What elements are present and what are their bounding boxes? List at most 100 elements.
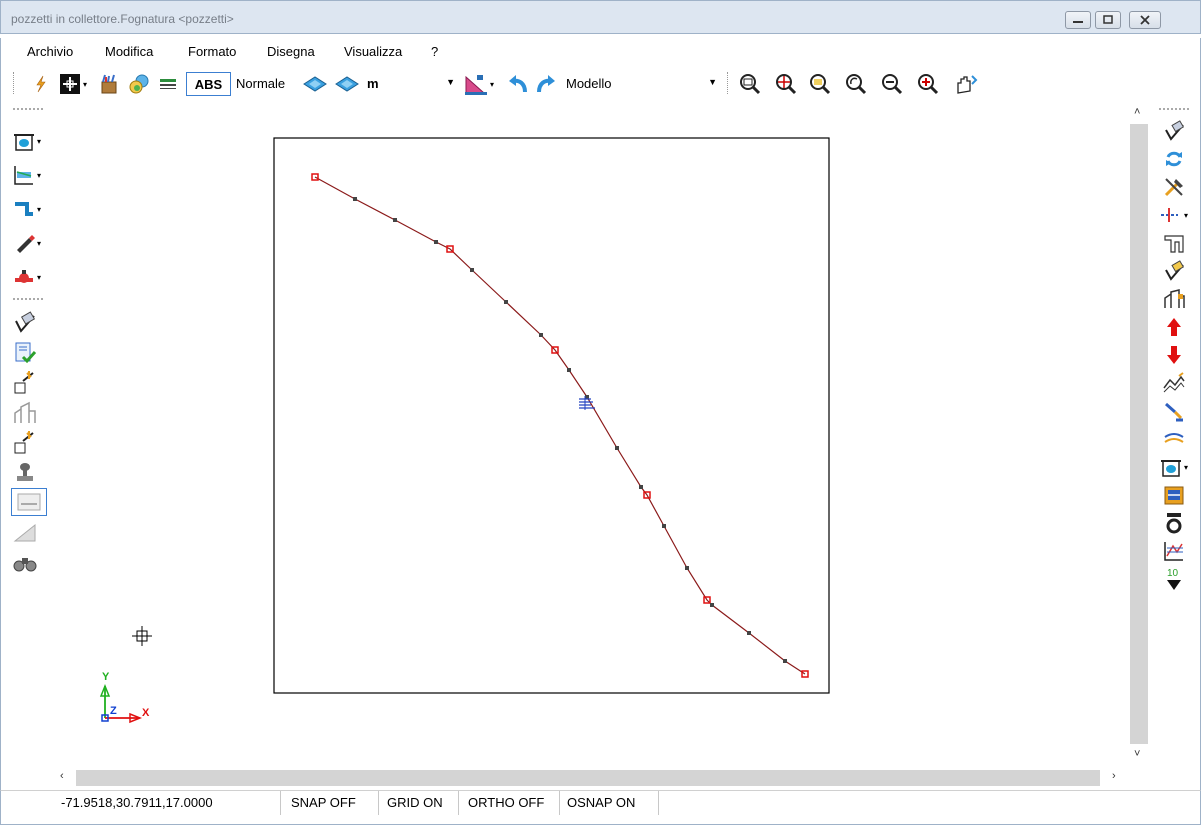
profile-view-icon	[13, 523, 36, 542]
scroll-up-icon[interactable]: ˄	[1134, 106, 1140, 118]
ruler-triangle-dropdown[interactable]: ▾	[459, 72, 499, 96]
validate-button[interactable]	[1157, 258, 1191, 284]
vertex-marker[interactable]	[353, 197, 357, 201]
check-tool-button[interactable]	[13, 310, 47, 336]
ortho-toggle[interactable]: ORTHO OFF	[468, 791, 560, 815]
menu-formato[interactable]: Formato	[188, 44, 236, 59]
vertex-marker[interactable]	[434, 240, 438, 244]
stamp-button[interactable]	[13, 460, 47, 486]
toolbar-grip-2[interactable]	[727, 72, 730, 94]
scroll-down-icon[interactable]: ˅	[1134, 748, 1140, 760]
panel-grip-2[interactable]	[13, 298, 43, 300]
paint-bucket-icon[interactable]	[97, 72, 121, 96]
zoom-in-icon[interactable]	[915, 72, 941, 96]
flow-direction-button[interactable]	[1157, 426, 1191, 452]
valve-tool-dropdown[interactable]: ▾	[13, 264, 47, 290]
move-down-button[interactable]	[1157, 342, 1191, 368]
horizontal-scrollbar[interactable]: ‹ ›	[52, 768, 1128, 788]
vertex-marker[interactable]	[393, 218, 397, 222]
pipe-connect-button[interactable]	[1157, 398, 1191, 424]
zoom-extents-icon[interactable]	[807, 72, 833, 96]
vertex-marker[interactable]	[685, 566, 689, 570]
lightning-icon[interactable]	[31, 72, 51, 96]
arrow-down-icon	[1167, 346, 1181, 364]
vertical-scroll-thumb[interactable]	[1130, 124, 1148, 744]
menu-modifica[interactable]: Modifica	[105, 44, 153, 59]
pipe-profile-tool-dropdown[interactable]: ▾	[13, 162, 47, 188]
redo-button[interactable]	[534, 72, 558, 96]
vertex-marker[interactable]	[747, 631, 751, 635]
snap-mode-dropdown[interactable]: ▾	[55, 72, 91, 96]
lineweight-icon[interactable]	[157, 72, 179, 96]
scroll-right-icon[interactable]: ›	[1112, 770, 1116, 782]
building-button[interactable]	[1157, 286, 1191, 312]
valve-icon	[15, 270, 33, 283]
menu-visualizza[interactable]: Visualizza	[344, 44, 402, 59]
snap-mode-icon	[59, 74, 80, 94]
validate-document-button[interactable]	[13, 340, 47, 366]
vertex-marker[interactable]	[470, 268, 474, 272]
tools-button[interactable]	[1157, 174, 1191, 200]
node-split-dropdown[interactable]: ▾	[1157, 202, 1191, 228]
menu-help[interactable]: ?	[431, 44, 438, 59]
manhole-tool-dropdown[interactable]: ▾	[13, 128, 47, 154]
minimize-button[interactable]	[1065, 11, 1091, 29]
right-panel-grip[interactable]	[1159, 108, 1189, 110]
ring-button[interactable]	[1157, 510, 1191, 536]
elevation-button[interactable]: 10	[1157, 566, 1191, 592]
vertex-marker[interactable]	[783, 659, 787, 663]
unit-select[interactable]: m ▼	[365, 73, 457, 95]
close-button[interactable]	[1129, 11, 1161, 29]
toolbar-grip[interactable]	[13, 72, 16, 94]
manhole-right-dropdown[interactable]: ▾	[1157, 454, 1191, 480]
vertex-marker[interactable]	[662, 524, 666, 528]
terrain-profile-button[interactable]	[1157, 370, 1191, 396]
text-style-label[interactable]: Normale	[236, 76, 285, 91]
channel-tool-dropdown[interactable]: ▾	[13, 196, 47, 222]
crosshair-cursor	[132, 626, 152, 646]
insert-node-button[interactable]	[13, 370, 47, 396]
pan-icon[interactable]	[951, 72, 981, 96]
layer-icon-2[interactable]	[333, 72, 361, 96]
check-edit-button[interactable]	[1157, 118, 1191, 144]
zoom-center-icon[interactable]	[773, 72, 799, 96]
snap-toggle[interactable]: SNAP OFF	[291, 791, 379, 815]
zoom-previous-icon[interactable]	[843, 72, 869, 96]
refresh-button[interactable]	[1157, 146, 1191, 172]
panel-grip[interactable]	[13, 108, 43, 110]
chart-button[interactable]	[1157, 538, 1191, 564]
layers-icon[interactable]	[127, 72, 151, 96]
insert-node-2-button[interactable]	[13, 430, 47, 456]
vertical-scrollbar[interactable]: ˄ ˅	[1128, 102, 1150, 768]
zoom-out-icon[interactable]	[879, 72, 905, 96]
layer-icon-1[interactable]	[301, 72, 329, 96]
abs-toggle-button[interactable]: ABS	[186, 72, 231, 96]
vertex-marker[interactable]	[539, 333, 543, 337]
longitudinal-view-button[interactable]	[11, 488, 47, 516]
drawing-frame	[273, 137, 830, 694]
drawing-surface[interactable]: Y Z X	[52, 102, 1128, 768]
menu-disegna[interactable]: Disegna	[267, 44, 315, 59]
osnap-toggle[interactable]: OSNAP ON	[567, 791, 659, 815]
drawing-canvas[interactable]: Y Z X	[52, 102, 1128, 768]
sewer-polyline[interactable]	[314, 176, 806, 675]
vertex-marker[interactable]	[504, 300, 508, 304]
vertex-marker[interactable]	[615, 446, 619, 450]
pencil-tool-dropdown[interactable]: ▾	[13, 230, 47, 256]
space-select[interactable]: Modello ▼	[564, 73, 719, 95]
restore-button[interactable]	[1095, 11, 1121, 29]
move-up-button[interactable]	[1157, 314, 1191, 340]
undo-button[interactable]	[506, 72, 530, 96]
section-view-button[interactable]	[1157, 230, 1191, 256]
tank-button[interactable]	[1157, 482, 1191, 508]
zoom-window-icon[interactable]	[737, 72, 763, 96]
vertex-marker[interactable]	[567, 368, 571, 372]
find-button[interactable]	[13, 550, 47, 576]
vertex-marker[interactable]	[639, 485, 643, 489]
grid-toggle[interactable]: GRID ON	[387, 791, 459, 815]
horizontal-scroll-thumb[interactable]	[76, 770, 1100, 786]
flow-direction-icon	[1164, 433, 1184, 443]
menu-archivio[interactable]: Archivio	[27, 44, 73, 59]
vertex-marker[interactable]	[710, 603, 714, 607]
scroll-left-icon[interactable]: ‹	[60, 770, 64, 782]
